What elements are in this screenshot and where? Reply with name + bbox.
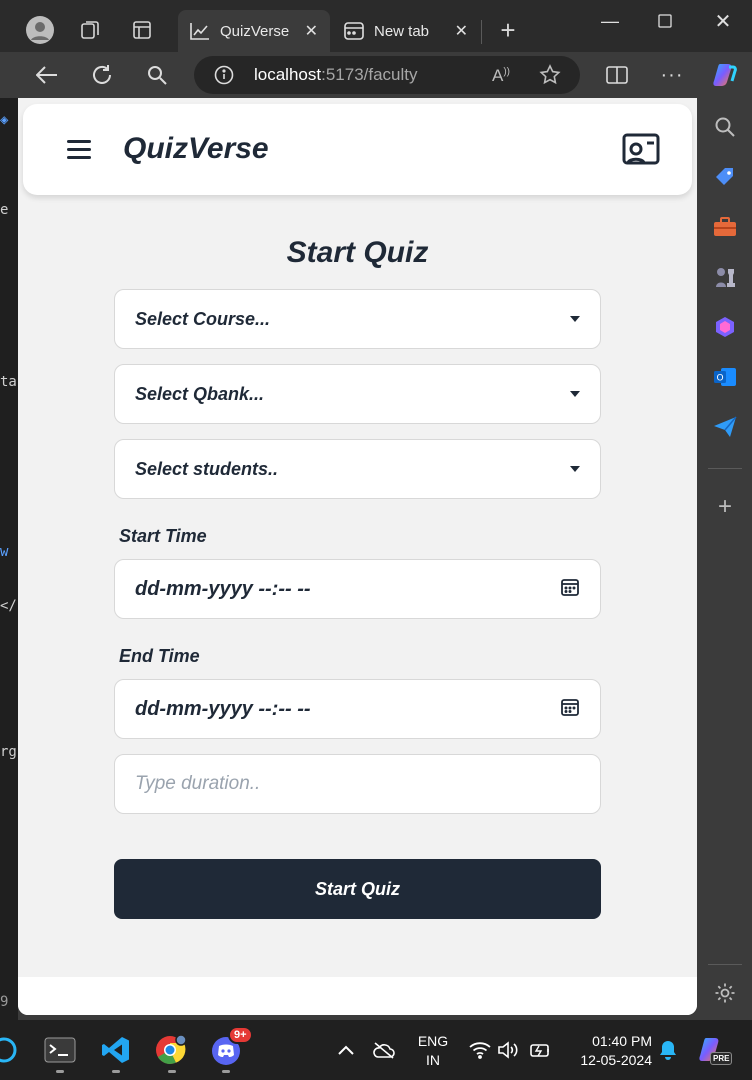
sidebar-add-plus-icon[interactable]: +	[712, 493, 738, 520]
tab-label: New tab	[374, 22, 430, 40]
running-indicator	[168, 1070, 176, 1073]
maximize-icon[interactable]	[640, 6, 690, 36]
tools-briefcase-icon[interactable]	[712, 214, 738, 240]
qbank-select-value: Select Qbank...	[135, 383, 265, 404]
browser-toolbar: localhost:5173/faculty A)) ···	[0, 52, 752, 98]
end-time-label: End Time	[119, 646, 200, 666]
brand-title: QuizVerse	[123, 132, 269, 165]
duration-input[interactable]: Type duration..	[114, 754, 601, 814]
course-select[interactable]: Select Course...	[114, 289, 601, 349]
chevron-up-icon[interactable]	[328, 1032, 364, 1068]
discord-icon[interactable]: 9+	[208, 1026, 253, 1068]
svg-text:O: O	[716, 374, 723, 384]
background-editor-sliver: ◈ e ta w </ rg 9	[0, 98, 18, 1020]
tab-quizverse[interactable]: QuizVerse ✕	[178, 10, 330, 52]
microsoft-365-icon[interactable]	[712, 314, 738, 340]
clock-date: 12-05-2024	[580, 1052, 652, 1068]
start-time-label: Start Time	[119, 526, 207, 546]
new-tab-plus-icon[interactable]: +	[488, 10, 528, 50]
duration-placeholder: Type duration..	[135, 773, 261, 794]
send-paper-plane-icon[interactable]	[712, 414, 738, 440]
tab-divider	[481, 20, 482, 44]
notification-bell-icon[interactable]	[650, 1032, 686, 1068]
calendar-icon[interactable]	[560, 577, 580, 602]
volume-icon[interactable]	[490, 1032, 526, 1068]
page-footer-strip	[18, 977, 697, 1015]
discord-badge: 9+	[228, 1026, 253, 1044]
tab-new-tab[interactable]: New tab ✕	[332, 10, 480, 52]
start-orb-icon[interactable]	[0, 1032, 22, 1068]
copilot-taskbar-icon[interactable]: PRE	[694, 1032, 733, 1068]
chevron-down-icon	[570, 466, 580, 472]
form-title: Start Quiz	[286, 236, 429, 269]
clock[interactable]: 01:40 PM 12-05-2024	[566, 1032, 652, 1070]
language-indicator[interactable]: ENG IN	[408, 1032, 458, 1070]
search-icon[interactable]	[140, 58, 174, 92]
profile-avatar-icon[interactable]	[20, 10, 60, 50]
presentation-screen-icon[interactable]	[621, 132, 661, 173]
chrome-icon[interactable]	[152, 1032, 188, 1068]
sidebar-search-icon[interactable]	[712, 114, 738, 140]
tab-actions-icon[interactable]	[122, 10, 162, 50]
edge-sidebar: O +	[698, 98, 752, 1020]
tab-close-icon[interactable]: ✕	[455, 21, 468, 41]
sidebar-divider	[708, 468, 742, 469]
running-indicator	[112, 1070, 120, 1073]
games-chess-icon[interactable]	[712, 264, 738, 290]
favorite-star-icon[interactable]	[539, 64, 561, 91]
windows-taskbar: 9+ ENG IN 01:40 PM 12-05-2024 PRE	[0, 1020, 752, 1080]
vscode-icon[interactable]	[98, 1032, 134, 1068]
calendar-icon[interactable]	[560, 697, 580, 722]
workspaces-icon[interactable]	[70, 10, 110, 50]
chart-trend-icon	[190, 23, 209, 40]
start-time-value: dd-mm-yyyy --:-- --	[135, 577, 311, 600]
more-options-icon[interactable]: ···	[655, 58, 689, 92]
page-viewport: QuizVerse Start Quiz Select Course... Se…	[18, 98, 697, 1015]
copilot-pre-badge: PRE	[710, 1052, 733, 1065]
site-info-icon[interactable]	[214, 65, 234, 90]
back-arrow-icon[interactable]	[30, 58, 64, 92]
language-code: ENG	[417, 1033, 449, 1049]
start-time-input[interactable]: dd-mm-yyyy --:-- --	[114, 559, 601, 619]
browser-titlebar: QuizVerse ✕ New tab ✕ + — ✕	[0, 0, 752, 52]
students-select[interactable]: Select students..	[114, 439, 601, 499]
minimize-icon[interactable]: —	[585, 6, 635, 36]
new-tab-page-icon	[344, 22, 364, 40]
running-indicator	[222, 1070, 230, 1073]
split-screen-icon[interactable]	[600, 58, 634, 92]
shopping-tag-icon[interactable]	[712, 164, 738, 190]
students-select-value: Select students..	[135, 458, 279, 479]
battery-charging-icon[interactable]	[522, 1032, 558, 1068]
app-header: QuizVerse	[23, 104, 692, 195]
sidebar-divider	[708, 964, 742, 965]
chevron-down-icon	[570, 391, 580, 397]
copilot-icon[interactable]	[708, 58, 742, 92]
end-time-value: dd-mm-yyyy --:-- --	[135, 697, 311, 720]
refresh-icon[interactable]	[85, 58, 119, 92]
qbank-select[interactable]: Select Qbank...	[114, 364, 601, 424]
start-quiz-button[interactable]: Start Quiz	[114, 859, 601, 919]
terminal-icon[interactable]	[42, 1032, 78, 1068]
close-window-icon[interactable]: ✕	[698, 6, 748, 36]
running-indicator	[56, 1070, 64, 1073]
url-text: localhost:5173/faculty	[254, 65, 418, 84]
address-bar[interactable]: localhost:5173/faculty A))	[194, 56, 580, 94]
sidebar-settings-gear-icon[interactable]	[712, 980, 738, 1006]
read-aloud-icon[interactable]: A))	[492, 66, 510, 86]
course-select-value: Select Course...	[135, 308, 271, 329]
clock-time: 01:40 PM	[592, 1033, 652, 1049]
cloud-offline-icon[interactable]	[366, 1032, 402, 1068]
outlook-icon[interactable]: O	[712, 364, 738, 390]
end-time-input[interactable]: dd-mm-yyyy --:-- --	[114, 679, 601, 739]
tab-label: QuizVerse	[220, 22, 290, 40]
tab-close-icon[interactable]: ✕	[305, 21, 318, 41]
chevron-down-icon	[570, 316, 580, 322]
region-code: IN	[426, 1052, 440, 1068]
hamburger-menu-icon[interactable]	[67, 140, 91, 160]
